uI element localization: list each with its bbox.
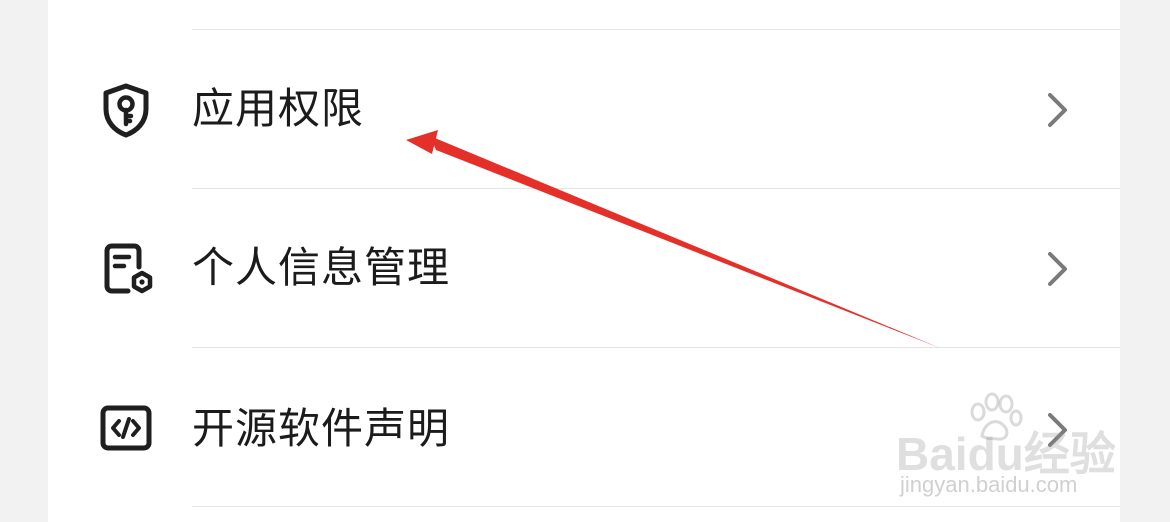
settings-item-personal-info[interactable]: 个人信息管理	[48, 189, 1120, 347]
chevron-right-icon	[1044, 410, 1072, 450]
shield-key-icon	[98, 82, 154, 138]
document-gear-icon	[98, 241, 154, 297]
divider	[192, 506, 1120, 507]
settings-item-label: 开源软件声明	[192, 404, 451, 453]
settings-item-label: 应用权限	[192, 84, 365, 133]
code-icon	[98, 400, 154, 456]
settings-item-app-permissions[interactable]: 应用权限	[48, 30, 1120, 188]
settings-item-open-source[interactable]: 开源软件声明	[48, 348, 1120, 506]
settings-item-label: 个人信息管理	[192, 243, 451, 292]
chevron-right-icon	[1044, 90, 1072, 130]
chevron-right-icon	[1044, 249, 1072, 289]
